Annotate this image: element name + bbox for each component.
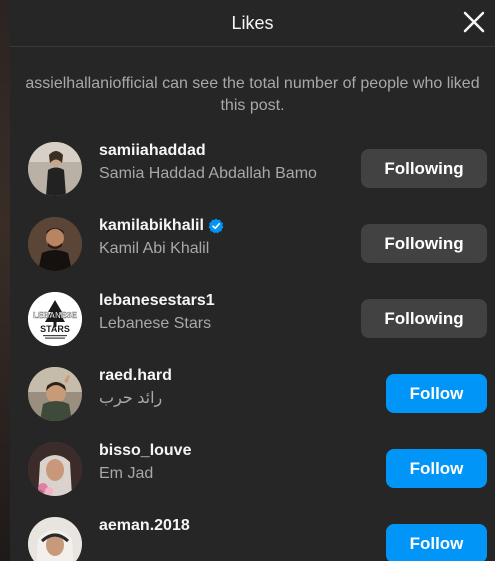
likes-visibility-notice: assielhallaniofficial can see the total … bbox=[25, 75, 480, 114]
avatar[interactable]: LEBANESE STARS bbox=[28, 291, 82, 346]
likes-list: samiiahaddad Samia Haddad Abdallah Bamo … bbox=[10, 131, 495, 561]
full-name: رائد حرب bbox=[99, 390, 163, 407]
avatar[interactable] bbox=[28, 516, 82, 561]
following-button[interactable]: Following bbox=[361, 224, 487, 263]
avatar[interactable] bbox=[28, 216, 82, 271]
full-name: Lebanese Stars bbox=[99, 315, 212, 332]
page-backdrop bbox=[0, 0, 10, 561]
follow-button[interactable]: Follow bbox=[386, 374, 487, 413]
close-icon[interactable] bbox=[459, 7, 489, 37]
verified-badge-icon bbox=[208, 218, 224, 234]
list-item: aeman.2018 Follow bbox=[10, 506, 495, 561]
username[interactable]: raed.hard bbox=[99, 366, 172, 386]
follow-button[interactable]: Follow bbox=[386, 524, 487, 561]
username[interactable]: lebanesestars1 bbox=[99, 291, 215, 311]
lebanese-stars-logo: LEBANESE STARS bbox=[28, 291, 82, 346]
list-item: kamilabikhalil Kamil Abi Khalil Followin… bbox=[10, 206, 495, 281]
list-item: raed.hard رائد حرب Follow bbox=[10, 356, 495, 431]
avatar[interactable] bbox=[28, 141, 82, 196]
following-button[interactable]: Following bbox=[361, 299, 487, 338]
list-item: samiiahaddad Samia Haddad Abdallah Bamo … bbox=[10, 131, 495, 206]
username[interactable]: bisso_louve bbox=[99, 441, 191, 461]
list-item: LEBANESE STARS lebanesestars1 Lebanese S… bbox=[10, 281, 495, 356]
follow-button[interactable]: Follow bbox=[386, 449, 487, 488]
dialog-title: Likes bbox=[231, 12, 274, 33]
username[interactable]: samiiahaddad bbox=[99, 141, 317, 161]
full-name: Em Jad bbox=[99, 465, 154, 482]
full-name: Samia Haddad Abdallah Bamo bbox=[99, 165, 317, 182]
username[interactable]: aeman.2018 bbox=[99, 516, 190, 536]
full-name: Kamil Abi Khalil bbox=[99, 240, 210, 257]
svg-text:LEBANESE: LEBANESE bbox=[33, 311, 77, 320]
list-item: bisso_louve Em Jad Follow bbox=[10, 431, 495, 506]
following-button[interactable]: Following bbox=[361, 149, 487, 188]
likes-dialog: Likes assielhallaniofficial can see the … bbox=[10, 0, 495, 561]
svg-text:STARS: STARS bbox=[40, 324, 70, 334]
username[interactable]: kamilabikhalil bbox=[99, 216, 224, 236]
dialog-header: Likes bbox=[10, 0, 495, 47]
avatar[interactable] bbox=[28, 441, 82, 496]
avatar[interactable] bbox=[28, 366, 82, 421]
